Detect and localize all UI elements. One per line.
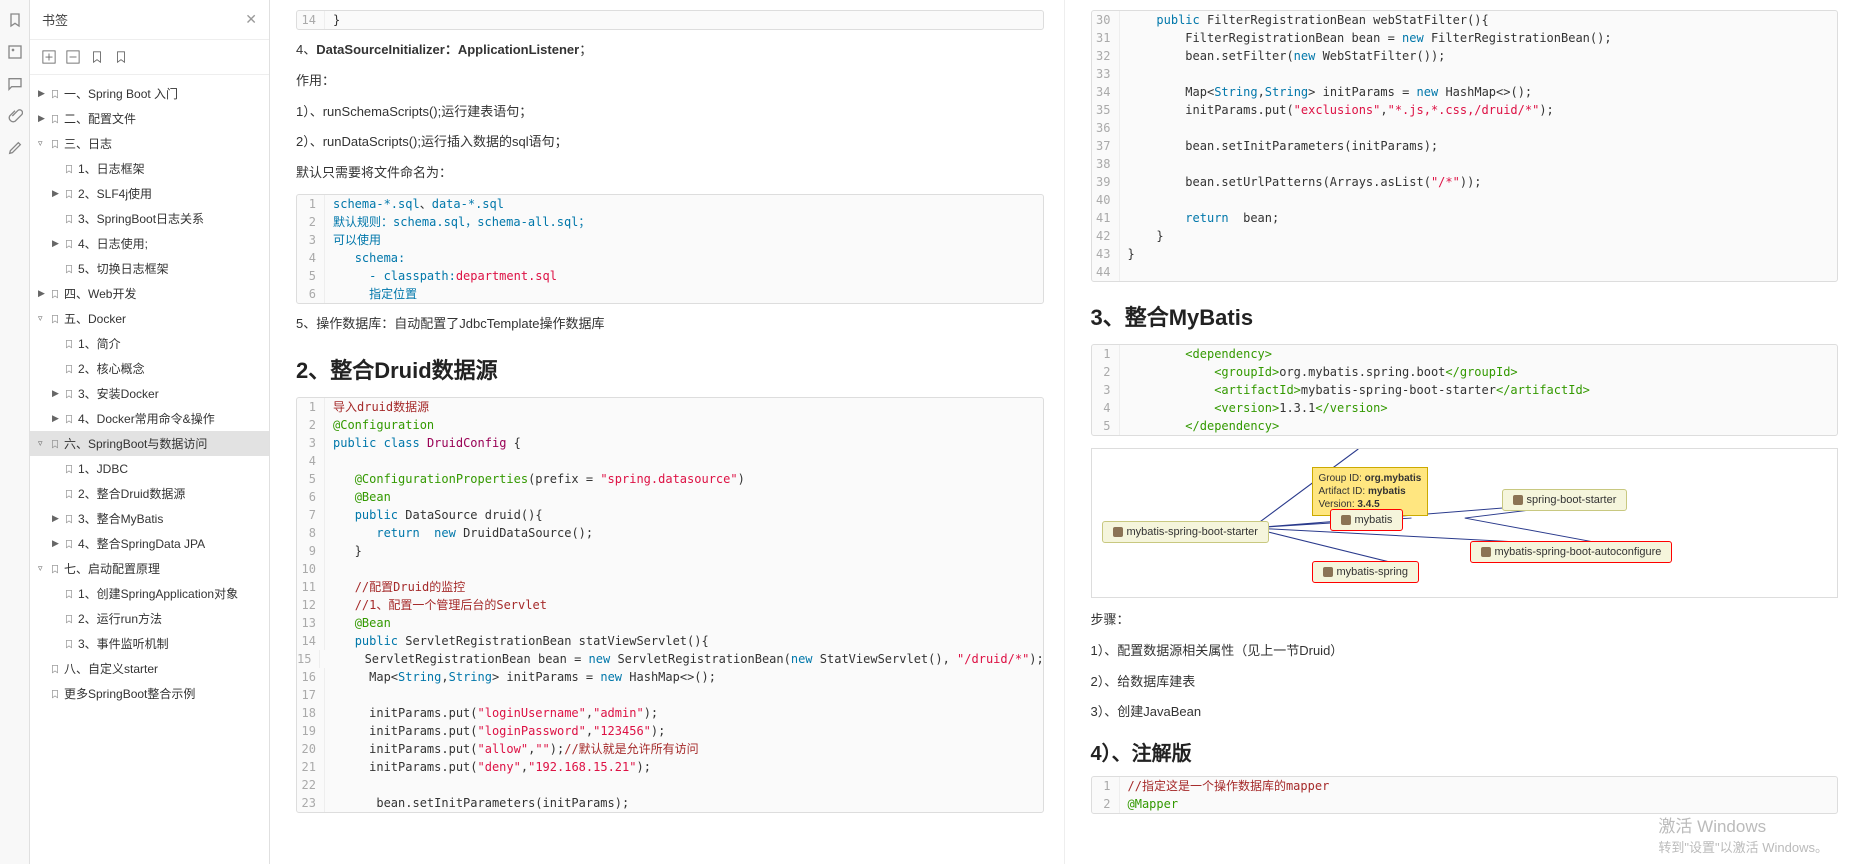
- image-rail-icon[interactable]: [7, 44, 23, 60]
- sidebar-item[interactable]: 3、事件监听机制: [30, 631, 269, 656]
- diagram-node: mybatis-spring: [1312, 561, 1420, 583]
- sidebar-item[interactable]: ▿五、Docker: [30, 306, 269, 331]
- sidebar-item[interactable]: 2、整合Druid数据源: [30, 481, 269, 506]
- paragraph: 默认只需要将文件命名为：: [296, 163, 1044, 184]
- sidebar-header: 书签 ✕: [30, 0, 269, 40]
- heading-annotation: 4）、注解版: [1091, 737, 1839, 766]
- sidebar-item[interactable]: ▿七、启动配置原理: [30, 556, 269, 581]
- sidebar-item[interactable]: ▶4、整合SpringData JPA: [30, 531, 269, 556]
- paragraph: 作用：: [296, 71, 1044, 92]
- heading-druid: 2、整合Druid数据源: [296, 353, 1044, 385]
- sidebar-item[interactable]: 3、SpringBoot日志关系: [30, 206, 269, 231]
- code-block: 14}: [296, 10, 1044, 30]
- paragraph: 5、操作数据库：自动配置了JdbcTemplate操作数据库: [296, 314, 1044, 335]
- attach-rail-icon[interactable]: [7, 108, 23, 124]
- dependency-diagram: Group ID: org.mybatis Artifact ID: mybat…: [1091, 448, 1839, 598]
- bookmark-outline-icon[interactable]: [114, 50, 128, 64]
- diagram-node: mybatis: [1330, 509, 1404, 531]
- right-column: 30 public FilterRegistrationBean webStat…: [1065, 0, 1858, 864]
- sidebar-item[interactable]: ▶一、Spring Boot 入门: [30, 81, 269, 106]
- edit-rail-icon[interactable]: [7, 140, 23, 156]
- sidebar-item[interactable]: 2、运行run方法: [30, 606, 269, 631]
- sidebar-item[interactable]: ▶四、Web开发: [30, 281, 269, 306]
- sidebar-item[interactable]: ▶4、Docker常用命令&操作: [30, 406, 269, 431]
- sidebar-toolbar: [30, 40, 269, 75]
- diagram-node: mybatis-spring-boot-autoconfigure: [1470, 541, 1673, 563]
- sidebar-item[interactable]: 5、切换日志框架: [30, 256, 269, 281]
- code-block: 30 public FilterRegistrationBean webStat…: [1091, 10, 1839, 282]
- close-icon[interactable]: ✕: [245, 11, 257, 28]
- sidebar-item[interactable]: ▶3、整合MyBatis: [30, 506, 269, 531]
- sidebar-item[interactable]: ▶2、SLF4j使用: [30, 181, 269, 206]
- sidebar-item[interactable]: 1、日志框架: [30, 156, 269, 181]
- sidebar-item[interactable]: 八、自定义starter: [30, 656, 269, 681]
- left-column: 14} 4、DataSourceInitializer：ApplicationL…: [270, 0, 1065, 864]
- sidebar-item[interactable]: ▶二、配置文件: [30, 106, 269, 131]
- code-block: 1 <dependency>2 <groupId>org.mybatis.spr…: [1091, 344, 1839, 436]
- bookmark-sidebar: 书签 ✕ ▶一、Spring Boot 入门▶二、配置文件▿三、日志1、日志框架…: [30, 0, 270, 864]
- paragraph: 2）、给数据库建表: [1091, 672, 1839, 693]
- code-block: 1导入druid数据源2@Configuration3public class …: [296, 397, 1044, 813]
- paragraph: 1）、配置数据源相关属性（见上一节Druid）: [1091, 641, 1839, 662]
- sidebar-item[interactable]: ▶4、日志使用;: [30, 231, 269, 256]
- windows-watermark: 激活 Windows 转到"设置"以激活 Windows。: [1658, 812, 1828, 856]
- sidebar-item[interactable]: ▿六、SpringBoot与数据访问: [30, 431, 269, 456]
- paragraph: 4、DataSourceInitializer：ApplicationListe…: [296, 40, 1044, 61]
- paragraph: 步骤：: [1091, 610, 1839, 631]
- collapse-all-icon[interactable]: [66, 50, 80, 64]
- sidebar-item[interactable]: 1、简介: [30, 331, 269, 356]
- sidebar-item[interactable]: ▶3、安装Docker: [30, 381, 269, 406]
- diagram-node: mybatis-spring-boot-starter: [1102, 521, 1269, 543]
- bookmark-toolbar-icon[interactable]: [90, 50, 104, 64]
- paragraph: 3）、创建JavaBean: [1091, 702, 1839, 723]
- sidebar-item[interactable]: 更多SpringBoot整合示例: [30, 681, 269, 706]
- diagram-node: spring-boot-starter: [1502, 489, 1628, 511]
- sidebar-item[interactable]: 1、JDBC: [30, 456, 269, 481]
- content-area: 14} 4、DataSourceInitializer：ApplicationL…: [270, 0, 1858, 864]
- sidebar-title: 书签: [42, 10, 245, 29]
- bookmark-rail-icon[interactable]: [7, 12, 23, 28]
- paragraph: 2）、runDataScripts();运行插入数据的sql语句；: [296, 132, 1044, 153]
- chat-rail-icon[interactable]: [7, 76, 23, 92]
- sidebar-item[interactable]: ▿三、日志: [30, 131, 269, 156]
- paragraph: 1）、runSchemaScripts();运行建表语句；: [296, 102, 1044, 123]
- heading-mybatis: 3、整合MyBatis: [1091, 300, 1839, 332]
- bookmark-tree: ▶一、Spring Boot 入门▶二、配置文件▿三、日志1、日志框架▶2、SL…: [30, 75, 269, 864]
- expand-all-icon[interactable]: [42, 50, 56, 64]
- sidebar-item[interactable]: 2、核心概念: [30, 356, 269, 381]
- code-block: 1schema-*.sql、data-*.sql2默认规则：schema.sql…: [296, 194, 1044, 304]
- left-icon-rail: [0, 0, 30, 864]
- code-block: 1//指定这是一个操作数据库的mapper2@Mapper: [1091, 776, 1839, 814]
- sidebar-item[interactable]: 1、创建SpringApplication对象: [30, 581, 269, 606]
